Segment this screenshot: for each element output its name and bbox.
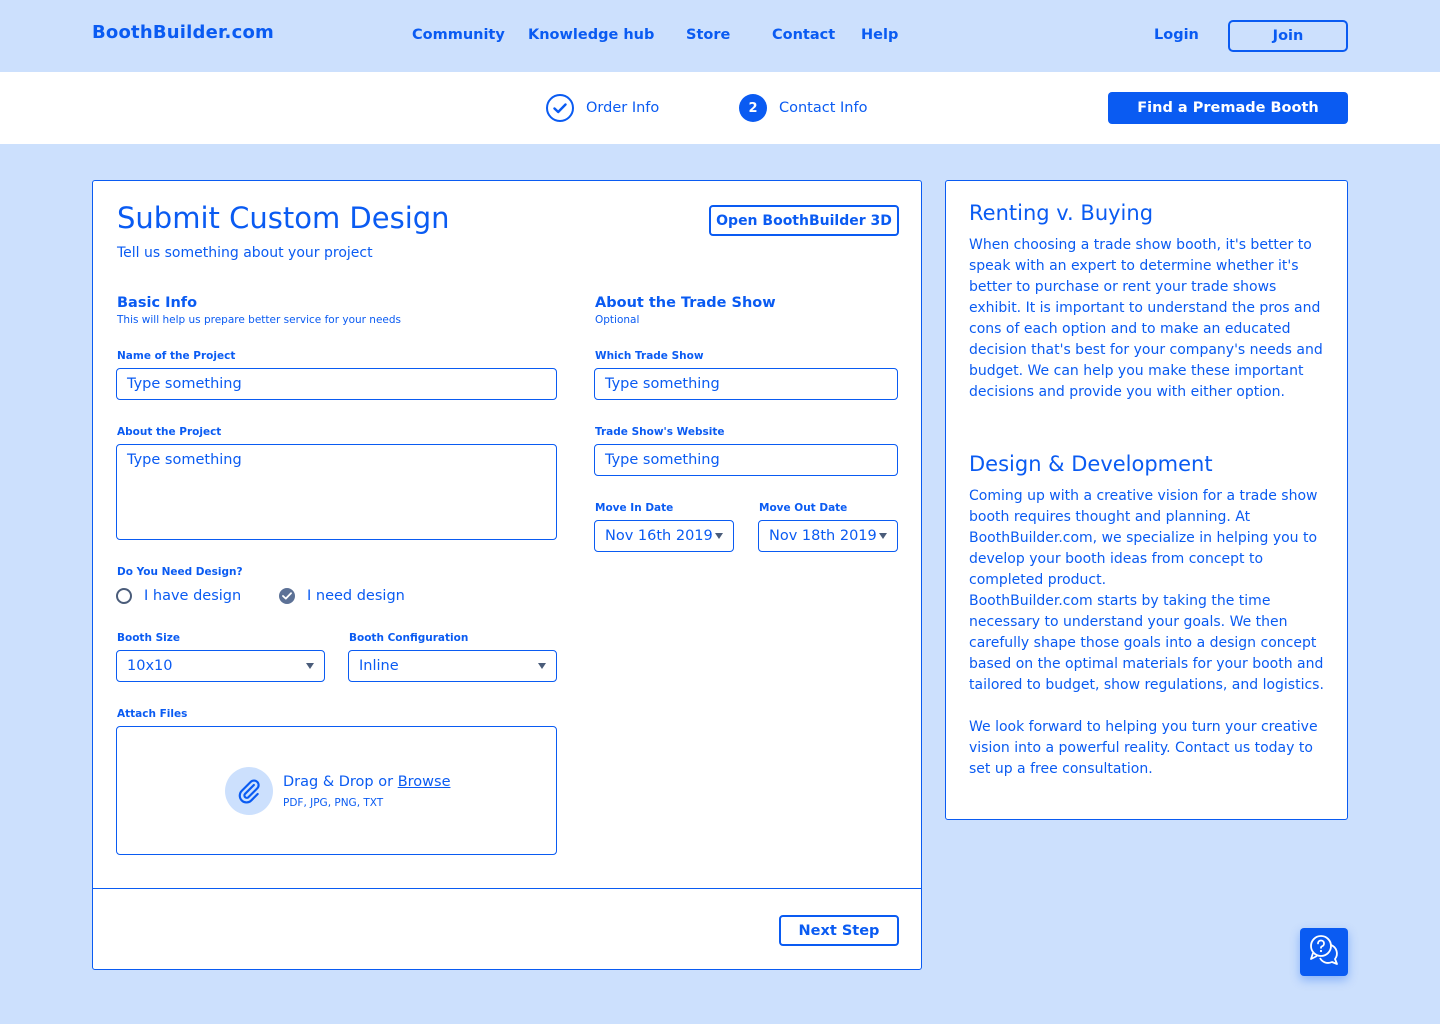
page-title: Submit Custom Design: [117, 201, 450, 235]
nav-contact[interactable]: Contact: [772, 27, 835, 43]
radio-checked-icon: [279, 588, 295, 604]
info-sidebar-card: Renting v. Buying When choosing a trade …: [945, 180, 1348, 820]
select-value: Inline: [359, 658, 399, 674]
form-footer-divider: [93, 888, 921, 889]
custom-design-form-card: Submit Custom Design Tell us something a…: [92, 180, 922, 970]
next-step-button[interactable]: Next Step: [779, 915, 899, 946]
renting-heading: Renting v. Buying: [969, 201, 1154, 225]
brand-logo[interactable]: BoothBuilder.com: [92, 22, 274, 43]
radio-label: I need design: [307, 588, 405, 604]
dropzone-text: Drag & Drop or Browse: [283, 774, 450, 790]
top-navbar: BoothBuilder.com Community Knowledge hub…: [0, 0, 1440, 72]
renting-text: When choosing a trade show booth, it's b…: [969, 237, 1323, 400]
select-value: Nov 16th 2019: [605, 528, 713, 544]
login-link[interactable]: Login: [1154, 27, 1199, 43]
radio-label: I have design: [144, 588, 242, 604]
chat-help-icon: [1307, 933, 1341, 971]
trade-show-website-input[interactable]: Type something: [594, 444, 898, 476]
step-order-info[interactable]: Order Info: [546, 94, 659, 122]
about-project-textarea[interactable]: Type something: [116, 444, 557, 540]
caret-down-icon: [306, 663, 314, 669]
trade-show-note: Optional: [595, 314, 640, 326]
chat-help-button[interactable]: [1300, 928, 1348, 976]
drop-instruction: Drag & Drop or: [283, 774, 398, 790]
join-button[interactable]: Join: [1228, 20, 1348, 52]
booth-size-select[interactable]: 10x10: [116, 650, 325, 682]
nav-help[interactable]: Help: [861, 27, 898, 43]
select-value: Nov 18th 2019: [769, 528, 877, 544]
design-text-1: Coming up with a creative vision for a t…: [969, 488, 1318, 588]
radio-need-design[interactable]: I need design: [279, 588, 405, 604]
step-contact-info[interactable]: 2 Contact Info: [739, 94, 867, 122]
which-trade-show-input[interactable]: Type something: [594, 368, 898, 400]
page-subtitle: Tell us something about your project: [117, 245, 373, 261]
booth-size-label: Booth Size: [117, 632, 180, 644]
booth-config-label: Booth Configuration: [349, 632, 469, 644]
move-in-date-label: Move In Date: [595, 502, 674, 514]
design-question-label: Do You Need Design?: [117, 566, 243, 578]
design-text-3: We look forward to helping you turn your…: [969, 719, 1318, 777]
caret-down-icon: [715, 533, 723, 539]
find-premade-booth-button[interactable]: Find a Premade Booth: [1108, 92, 1348, 124]
project-name-label: Name of the Project: [117, 350, 236, 362]
open-boothbuilder-3d-button[interactable]: Open BoothBuilder 3D: [709, 205, 899, 236]
accepted-formats: PDF, JPG, PNG, TXT: [283, 797, 384, 809]
basic-info-title: Basic Info: [117, 295, 198, 311]
browse-link[interactable]: Browse: [398, 774, 451, 790]
move-out-date-select[interactable]: Nov 18th 2019: [758, 520, 898, 552]
which-trade-show-label: Which Trade Show: [595, 350, 704, 362]
paperclip-icon: [225, 767, 273, 815]
caret-down-icon: [879, 533, 887, 539]
steps-bar: Order Info 2 Contact Info Find a Premade…: [0, 72, 1440, 144]
project-name-input[interactable]: Type something: [116, 368, 557, 400]
design-heading: Design & Development: [969, 452, 1213, 476]
step-label: Order Info: [586, 100, 660, 116]
design-text-2: BoothBuilder.com starts by taking the ti…: [969, 593, 1324, 693]
radio-have-design[interactable]: I have design: [116, 588, 241, 604]
check-circle-icon: [546, 94, 574, 122]
basic-info-note: This will help us prepare better service…: [117, 314, 402, 326]
step-number-badge: 2: [739, 94, 767, 122]
select-value: 10x10: [127, 658, 173, 674]
nav-store[interactable]: Store: [686, 27, 730, 43]
nav-community[interactable]: Community: [412, 27, 505, 43]
booth-config-select[interactable]: Inline: [348, 650, 557, 682]
radio-unchecked-icon: [116, 588, 132, 604]
trade-show-title: About the Trade Show: [595, 295, 776, 311]
caret-down-icon: [538, 663, 546, 669]
attach-files-label: Attach Files: [117, 708, 188, 720]
about-project-label: About the Project: [117, 426, 222, 438]
trade-show-website-label: Trade Show's Website: [595, 426, 725, 438]
move-in-date-select[interactable]: Nov 16th 2019: [594, 520, 734, 552]
step-label: Contact Info: [779, 100, 868, 116]
move-out-date-label: Move Out Date: [759, 502, 848, 514]
nav-knowledge-hub[interactable]: Knowledge hub: [528, 27, 654, 43]
file-dropzone[interactable]: Drag & Drop or Browse PDF, JPG, PNG, TXT: [116, 726, 557, 855]
